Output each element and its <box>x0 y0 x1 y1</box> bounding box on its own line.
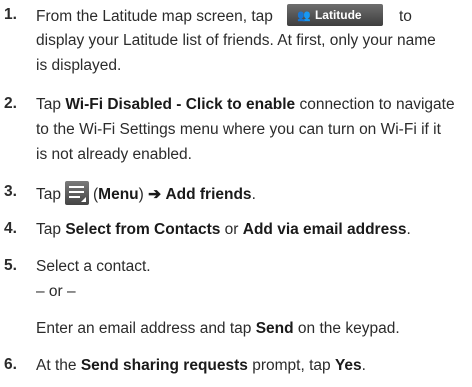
step-1-text: From the Latitude map screen, tap <box>36 8 273 26</box>
period: . <box>251 186 256 204</box>
step-4-or: or <box>220 221 243 238</box>
step-6-mid: prompt, tap <box>247 357 335 374</box>
step-1-text-end: to <box>398 8 412 26</box>
step-2-text-end: connection to navigate <box>295 96 455 113</box>
add-via-email-label: Add via email address <box>242 221 407 238</box>
step-6-text: At the <box>36 357 81 374</box>
step-5-text: Enter an email address and tap <box>36 320 256 337</box>
menu-icon[interactable] <box>65 181 89 205</box>
wifi-disabled-link: Wi-Fi Disabled - Click to enable <box>65 96 296 113</box>
step-4-number: 4. <box>4 220 17 237</box>
step-3-text: Tap <box>36 186 61 204</box>
step-3-line-1: Tap (Menu) ➔ Add friends. <box>36 181 256 207</box>
latitude-button-label: Latitude <box>314 8 362 22</box>
send-label: Send <box>255 320 294 337</box>
step-6-line-1: At the Send sharing requests prompt, tap… <box>36 356 366 376</box>
menu-label: Menu <box>98 186 139 204</box>
select-from-contacts-label: Select from Contacts <box>65 221 221 238</box>
step-5-line-1: Select a contact. <box>36 258 151 275</box>
step-5-number: 5. <box>4 257 17 274</box>
yes-label: Yes <box>334 357 362 374</box>
step-1-number: 1. <box>4 6 17 23</box>
instruction-list: 1. From the Latitude map screen, tap 👥 Lat… <box>0 0 472 387</box>
step-4-text: Tap <box>36 221 66 238</box>
step-2-number: 2. <box>4 95 17 112</box>
step-5-or: – or – <box>36 283 76 300</box>
step-1-line-3: is displayed. <box>36 57 122 74</box>
period: . <box>361 357 366 374</box>
step-2-text: Tap <box>36 96 66 113</box>
step-2-line-2: to the Wi-Fi Settings menu where you can… <box>36 121 441 138</box>
arrow-icon: ➔ <box>148 186 162 204</box>
step-3-number: 3. <box>4 183 17 200</box>
step-2-line-3: is not already enabled. <box>36 146 192 163</box>
step-6-number: 6. <box>4 356 17 373</box>
step-5-line-3: Enter an email address and tap Send on t… <box>36 319 400 339</box>
paren-close: ) <box>138 186 144 204</box>
step-1-line-2: display your Latitude list of friends. A… <box>36 32 436 49</box>
send-sharing-requests-label: Send sharing requests <box>80 357 248 374</box>
people-icon: 👥 <box>297 10 311 22</box>
step-2-line-1: Tap Wi-Fi Disabled - Click to enable con… <box>36 95 455 115</box>
latitude-button[interactable]: 👥 Latitude <box>286 4 383 26</box>
step-1-line-1: From the Latitude map screen, tap 👥 Latitu… <box>36 4 412 28</box>
step-4-line-1: Tap Select from Contacts or Add via emai… <box>36 220 411 240</box>
add-friends-label: Add friends <box>165 186 252 204</box>
period: . <box>406 221 411 238</box>
step-5-text-end: on the keypad. <box>293 320 400 337</box>
